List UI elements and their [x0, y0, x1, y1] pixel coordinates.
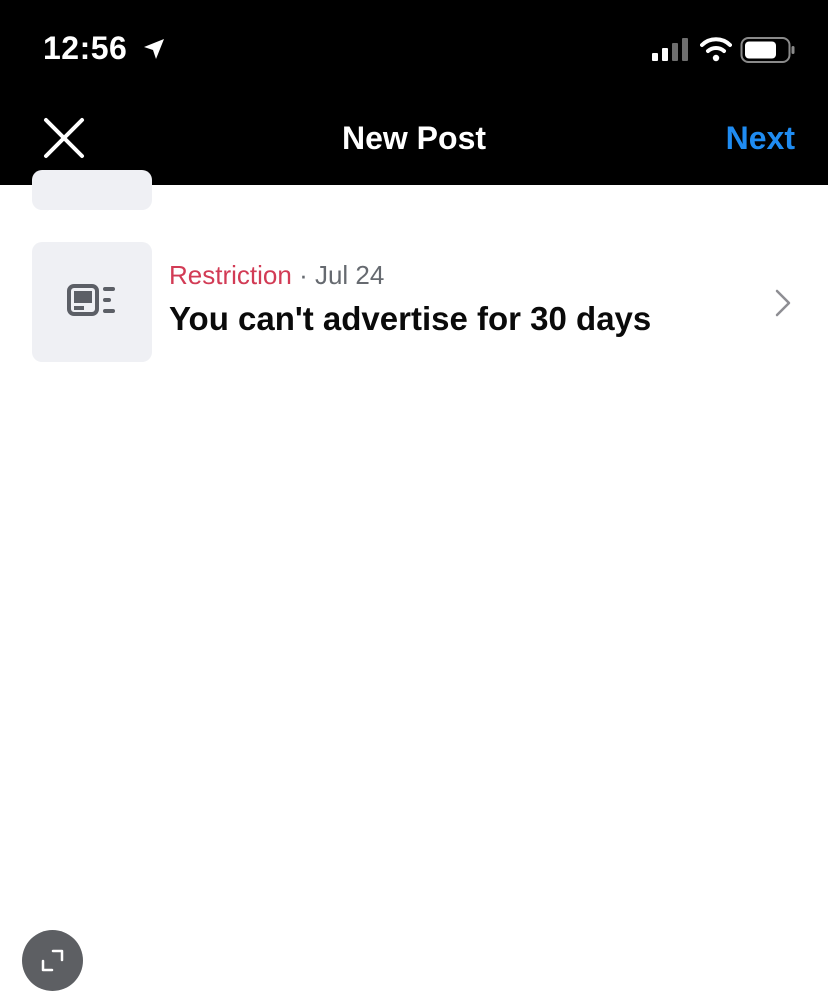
chevron-right-icon — [775, 289, 791, 317]
expand-icon — [41, 949, 64, 972]
top-header: 12:56 New Post Next — [0, 0, 828, 185]
battery-icon — [740, 37, 795, 63]
item-date: Jul 24 — [314, 260, 385, 290]
item-meta: Restriction · Jul 24 — [169, 260, 384, 291]
next-button[interactable]: Next — [726, 120, 795, 157]
notification-item[interactable]: Restriction · Jul 24 You can't advertise… — [0, 242, 828, 362]
item-thumbnail — [32, 242, 152, 362]
cellular-signal-icon — [652, 38, 688, 61]
page-title: New Post — [341, 120, 487, 156]
item-title: You can't advertise for 30 days — [169, 300, 652, 337]
status-time: 12:56 — [43, 30, 128, 66]
location-arrow-icon — [144, 39, 164, 59]
expand-button[interactable] — [22, 930, 83, 991]
meta-separator: · — [299, 260, 308, 290]
previous-item-thumbnail[interactable] — [32, 170, 152, 210]
restriction-label: Restriction — [169, 260, 292, 290]
wifi-icon — [700, 37, 732, 62]
ad-placeholder-icon — [67, 284, 115, 316]
